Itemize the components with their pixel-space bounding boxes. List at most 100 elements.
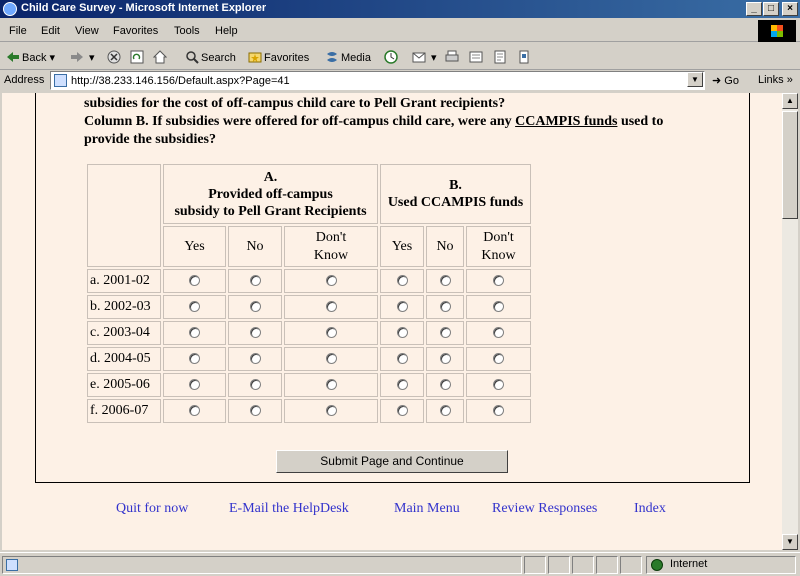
status-pane-3 — [548, 556, 570, 574]
radio-a-yes[interactable] — [189, 327, 200, 339]
back-label: Back — [22, 52, 47, 64]
radio-b-yes[interactable] — [396, 405, 408, 417]
radio-b-dontknow[interactable] — [493, 275, 504, 287]
forward-button[interactable]: ▾ — [70, 50, 95, 64]
windows-logo-icon — [758, 20, 796, 42]
radio-b-yes[interactable] — [396, 327, 408, 339]
radio-a-dontknow[interactable] — [325, 301, 337, 313]
discuss-button[interactable] — [493, 50, 509, 64]
radio-cell — [284, 373, 378, 397]
radio-b-dontknow[interactable] — [493, 379, 504, 391]
radio-a-no[interactable] — [249, 301, 261, 313]
radio-a-dontknow[interactable] — [325, 353, 337, 365]
main-menu-link[interactable]: Main Menu — [394, 501, 460, 517]
radio-cell — [163, 321, 226, 345]
radio-cell — [466, 373, 531, 397]
go-button[interactable]: ➜ Go — [712, 74, 739, 87]
history-icon — [384, 50, 398, 64]
radio-cell — [426, 347, 464, 371]
radio-cell — [466, 321, 531, 345]
home-button[interactable] — [152, 50, 169, 64]
row-label: e. 2005-06 — [87, 373, 161, 397]
stop-button[interactable] — [107, 50, 123, 64]
radio-cell — [284, 269, 378, 293]
radio-a-yes[interactable] — [189, 379, 200, 391]
radio-b-no[interactable] — [439, 379, 451, 391]
edit-button[interactable] — [469, 50, 485, 64]
menu-help[interactable]: Help — [215, 25, 238, 37]
radio-a-dontknow[interactable] — [325, 405, 337, 417]
close-button[interactable]: × — [782, 2, 798, 16]
radio-a-no[interactable] — [249, 327, 261, 339]
favorites-button[interactable]: Favorites — [248, 50, 309, 64]
menu-view[interactable]: View — [75, 25, 99, 37]
radio-a-yes[interactable] — [189, 405, 200, 417]
minimize-button[interactable]: _ — [746, 2, 762, 16]
mail-button[interactable]: ▾ — [412, 50, 437, 64]
email-helpdesk-link[interactable]: E-Mail the HelpDesk — [229, 501, 349, 517]
menu-edit[interactable]: Edit — [41, 25, 60, 37]
radio-cell — [466, 295, 531, 319]
question-line-1: subsidies for the cost of off-campus chi… — [84, 96, 506, 111]
row-label: a. 2001-02 — [87, 269, 161, 293]
radio-a-yes[interactable] — [189, 353, 200, 365]
radio-a-dontknow[interactable] — [325, 379, 337, 391]
refresh-button[interactable] — [130, 50, 146, 64]
history-button[interactable] — [384, 50, 400, 64]
radio-b-no[interactable] — [439, 353, 451, 365]
address-input[interactable]: http://38.233.146.156/Default.aspx?Page=… — [50, 71, 705, 90]
discuss-icon — [493, 50, 507, 64]
vertical-scrollbar[interactable]: ▲ ▼ — [782, 93, 798, 550]
search-button[interactable]: Search — [185, 50, 236, 64]
scroll-thumb[interactable] — [782, 111, 798, 219]
radio-a-no[interactable] — [249, 353, 261, 365]
radio-a-yes[interactable] — [189, 275, 200, 287]
scroll-up-button[interactable]: ▲ — [782, 93, 798, 109]
address-url: http://38.233.146.156/Default.aspx?Page=… — [71, 75, 290, 87]
radio-b-dontknow[interactable] — [493, 301, 504, 313]
radio-cell — [466, 347, 531, 371]
radio-cell — [380, 269, 424, 293]
radio-b-yes[interactable] — [396, 275, 408, 287]
index-link[interactable]: Index — [634, 501, 666, 517]
back-button[interactable]: Back ▾ — [6, 50, 55, 64]
radio-b-dontknow[interactable] — [493, 353, 504, 365]
question-line-3: provide the subsidies? — [84, 132, 216, 147]
quit-link[interactable]: Quit for now — [116, 501, 188, 517]
radio-b-yes[interactable] — [396, 353, 408, 365]
radio-a-dontknow[interactable] — [325, 327, 337, 339]
links-button[interactable]: Links » — [758, 74, 793, 86]
media-button[interactable]: Media — [325, 50, 371, 64]
radio-b-yes[interactable] — [396, 379, 408, 391]
address-dropdown-button[interactable]: ▼ — [687, 72, 703, 87]
maximize-button[interactable]: □ — [763, 2, 779, 16]
scroll-down-button[interactable]: ▼ — [782, 534, 798, 550]
print-icon — [445, 50, 459, 64]
address-label: Address — [4, 74, 45, 86]
radio-b-no[interactable] — [439, 275, 451, 287]
radio-cell — [380, 295, 424, 319]
radio-b-dontknow[interactable] — [493, 327, 504, 339]
print-button[interactable] — [445, 50, 461, 64]
menu-favorites[interactable]: Favorites — [113, 25, 158, 37]
ccampis-funds-link[interactable]: CCAMPIS funds — [515, 114, 617, 129]
radio-b-no[interactable] — [439, 327, 451, 339]
submit-button[interactable]: Submit Page and Continue — [276, 450, 508, 473]
review-responses-link[interactable]: Review Responses — [492, 501, 597, 517]
radio-a-no[interactable] — [249, 379, 261, 391]
radio-a-yes[interactable] — [189, 301, 200, 313]
radio-a-no[interactable] — [249, 275, 261, 287]
radio-a-no[interactable] — [249, 405, 261, 417]
radio-b-yes[interactable] — [396, 301, 408, 313]
col-b-yes-header: Yes — [380, 226, 424, 267]
radio-cell — [426, 373, 464, 397]
radio-cell — [284, 399, 378, 423]
radio-b-dontknow[interactable] — [493, 405, 504, 417]
radio-b-no[interactable] — [439, 405, 451, 417]
radio-a-dontknow[interactable] — [325, 275, 337, 287]
messenger-button[interactable] — [517, 50, 533, 64]
radio-b-no[interactable] — [439, 301, 451, 313]
menu-tools[interactable]: Tools — [174, 25, 200, 37]
row-label: f. 2006-07 — [87, 399, 161, 423]
menu-file[interactable]: File — [9, 25, 27, 37]
